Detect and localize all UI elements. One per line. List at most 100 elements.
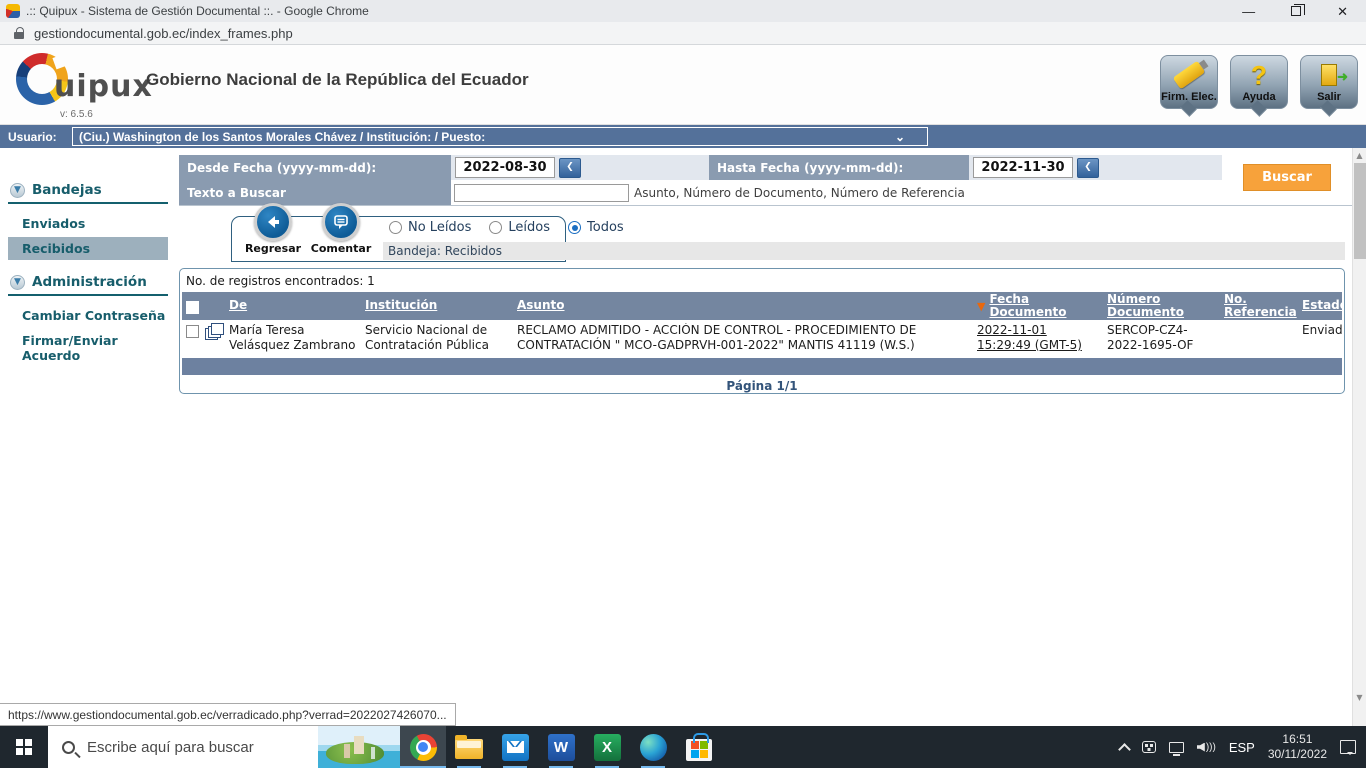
cell-fecha-link[interactable]: 2022-11-01 15:29:49 (GMT-5) — [977, 323, 1082, 352]
taskbar-search[interactable]: Escribe aquí para buscar — [48, 726, 400, 768]
scroll-down-icon[interactable]: ▼ — [1353, 690, 1366, 704]
taskbar: Escribe aquí para buscar W X ))) ESP 16:… — [0, 726, 1366, 768]
sidebar-item-enviados[interactable]: Enviados — [8, 212, 168, 235]
word-icon: W — [547, 733, 575, 761]
read-filter-radios: No Leídos Leídos Todos — [389, 220, 624, 235]
radio-label: No Leídos — [408, 220, 472, 235]
browser-urlbar[interactable]: gestiondocumental.gob.ec/index_frames.ph… — [0, 22, 1366, 45]
taskbar-excel-button[interactable]: X — [584, 726, 630, 768]
taskbar-word-button[interactable]: W — [538, 726, 584, 768]
comment-icon — [322, 203, 360, 241]
chrome-icon — [409, 733, 437, 761]
taskbar-store-button[interactable] — [676, 726, 722, 768]
chevron-circle-icon: ▼ — [10, 274, 25, 290]
cell-de: María Teresa Velásquez Zambrano — [229, 323, 356, 352]
firm-elec-label: Firm. Elec. — [1161, 91, 1217, 103]
radio-label: Todos — [587, 220, 624, 235]
vertical-scrollbar[interactable]: ▲ ▼ — [1352, 148, 1366, 726]
brand-text: uipux — [54, 69, 153, 104]
ayuda-label: Ayuda — [1242, 91, 1276, 103]
divider — [8, 294, 168, 296]
usuario-label: Usuario: — [8, 129, 57, 144]
sidebar-item-cambiar-contrasena[interactable]: Cambiar Contraseña — [8, 304, 168, 327]
column-header-referencia[interactable]: No. Referencia — [1224, 293, 1297, 319]
radio-icon — [568, 221, 582, 234]
quipux-favicon-icon — [6, 4, 20, 18]
salir-button[interactable]: Salir — [1300, 55, 1358, 109]
texto-buscar-input[interactable] — [454, 183, 629, 202]
sidebar-section-administracion[interactable]: ▼ Administración — [0, 274, 176, 290]
firm-elec-button[interactable]: Firm. Elec. — [1160, 55, 1218, 109]
tray-chevron-up-icon[interactable] — [1117, 741, 1131, 756]
divider — [8, 202, 168, 204]
network-icon[interactable] — [1168, 741, 1184, 756]
arrow-left-icon — [254, 203, 292, 241]
taskbar-edge-button[interactable] — [630, 726, 676, 768]
bandeja-status-bar: Bandeja: Recibidos — [383, 242, 1345, 260]
cell-numero: SERCOP-CZ4-2022-1695-OF — [1107, 323, 1194, 352]
minimize-icon[interactable]: — — [1242, 5, 1255, 18]
taskbar-chrome-button[interactable] — [400, 726, 446, 768]
start-button[interactable] — [0, 726, 48, 768]
mail-icon — [501, 733, 529, 761]
browser-titlebar: .:: Quipux - Sistema de Gestión Document… — [0, 0, 1366, 22]
url-text[interactable]: gestiondocumental.gob.ec/index_frames.ph… — [34, 26, 293, 41]
spotlight-image[interactable] — [318, 726, 400, 768]
screen: .:: Quipux - Sistema de Gestión Document… — [0, 0, 1366, 768]
action-center-icon[interactable] — [1340, 740, 1356, 755]
texto-buscar-label: Texto a Buscar — [179, 180, 451, 205]
user-select-value: (Ciu.) Washington de los Santos Morales … — [79, 129, 486, 144]
radio-todos[interactable]: Todos — [568, 220, 624, 235]
row-checkbox[interactable] — [185, 325, 199, 338]
scrollbar-thumb[interactable] — [1354, 163, 1366, 259]
ayuda-button[interactable]: ? Ayuda — [1230, 55, 1288, 109]
scroll-up-icon[interactable]: ▲ — [1353, 148, 1366, 162]
cell-institucion: Servicio Nacional de Contratación Públic… — [365, 323, 489, 352]
taskbar-mail-button[interactable] — [492, 726, 538, 768]
hasta-calendar-button[interactable]: ❮ — [1077, 157, 1099, 178]
version-label: v: 6.5.6 — [60, 109, 93, 120]
table-footer-bar — [182, 358, 1342, 375]
clock[interactable]: 16:51 30/11/2022 — [1268, 732, 1327, 762]
column-header-asunto[interactable]: Asunto — [517, 299, 565, 312]
pagination: Página 1/1 — [726, 379, 798, 393]
texto-buscar-hint: Asunto, Número de Documento, Número de R… — [634, 185, 965, 200]
lock-icon[interactable] — [14, 27, 24, 39]
regresar-button[interactable]: Regresar — [240, 203, 306, 261]
column-header-institucion[interactable]: Institución — [365, 299, 437, 312]
close-icon[interactable]: ✕ — [1337, 5, 1348, 18]
sidebar-item-recibidos[interactable]: Recibidos — [8, 237, 168, 260]
taskbar-search-placeholder: Escribe aquí para buscar — [87, 738, 254, 756]
results-table: De Institución Asunto ▼ Fecha Documento … — [182, 292, 1342, 354]
column-header-de[interactable]: De — [229, 299, 247, 312]
sidebar-item-firmar-enviar-acuerdo[interactable]: Firmar/Enviar Acuerdo — [8, 329, 168, 367]
comentar-button[interactable]: Comentar — [308, 203, 374, 261]
language-indicator[interactable]: ESP — [1229, 740, 1255, 755]
user-select[interactable]: (Ciu.) Washington de los Santos Morales … — [72, 127, 928, 146]
desde-calendar-button[interactable]: ❮ — [559, 157, 581, 178]
app-header: uipux v: 6.5.6 Gobierno Nacional de la R… — [0, 45, 1366, 125]
sidebar-section-bandejas[interactable]: ▼ Bandejas — [0, 182, 176, 198]
desde-fecha-label: Desde Fecha (yyyy-mm-dd): — [179, 155, 451, 180]
taskbar-explorer-button[interactable] — [446, 726, 492, 768]
table-row: María Teresa Velásquez Zambrano Servicio… — [182, 320, 1342, 354]
column-header-fecha[interactable]: Fecha Documento — [989, 293, 1101, 319]
column-header-estado[interactable]: Estado — [1302, 299, 1342, 312]
section-title: Administración — [32, 274, 147, 290]
buscar-button[interactable]: Buscar — [1243, 164, 1331, 191]
radio-label: Leídos — [508, 220, 551, 235]
volume-icon[interactable]: ))) — [1196, 742, 1216, 753]
radio-icon — [389, 221, 402, 234]
radio-no-leidos[interactable]: No Leídos — [389, 220, 471, 235]
touch-keyboard-icon[interactable] — [1141, 741, 1156, 753]
desde-fecha-input[interactable] — [455, 157, 555, 178]
select-all-checkbox[interactable] — [185, 300, 199, 314]
radio-leidos[interactable]: Leídos — [489, 220, 550, 235]
usb-signature-icon — [1172, 60, 1206, 90]
clock-date: 30/11/2022 — [1267, 747, 1327, 761]
column-header-numero[interactable]: Número Documento — [1107, 293, 1218, 319]
regresar-label: Regresar — [244, 242, 302, 255]
restore-icon[interactable] — [1291, 4, 1306, 16]
hasta-fecha-input[interactable] — [973, 157, 1073, 178]
status-link-bubble: https://www.gestiondocumental.gob.ec/ver… — [0, 703, 456, 726]
